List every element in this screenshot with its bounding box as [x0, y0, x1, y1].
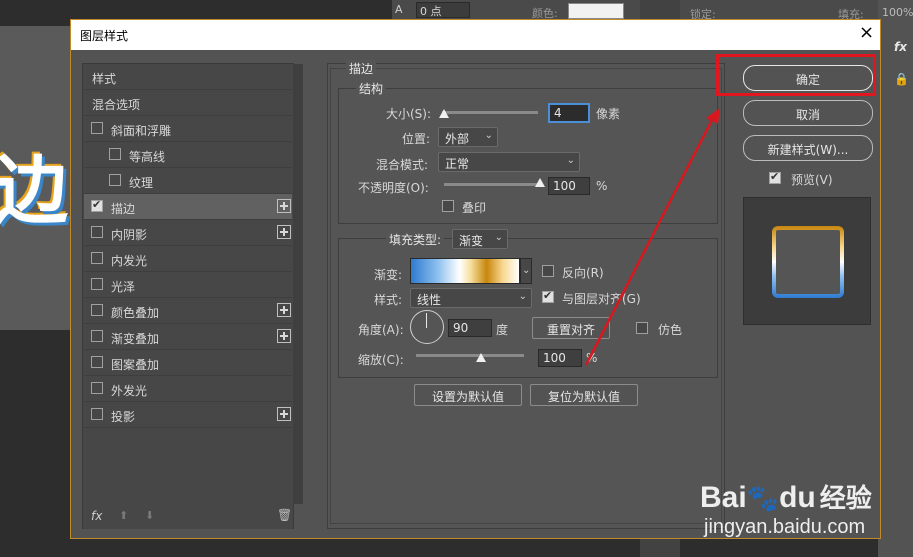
watermark-logo: Bai🐾du 经验	[700, 478, 872, 515]
annotation-arrow	[584, 108, 720, 366]
watermark-brand: Bai	[700, 481, 747, 514]
watermark-url: jingyan.baidu.com	[704, 516, 866, 538]
paw-icon: 🐾	[746, 483, 780, 513]
watermark-product: 经验	[819, 483, 872, 513]
arrow-head	[706, 108, 720, 124]
watermark-brand2: du	[779, 481, 816, 514]
arrow-line	[584, 115, 716, 366]
